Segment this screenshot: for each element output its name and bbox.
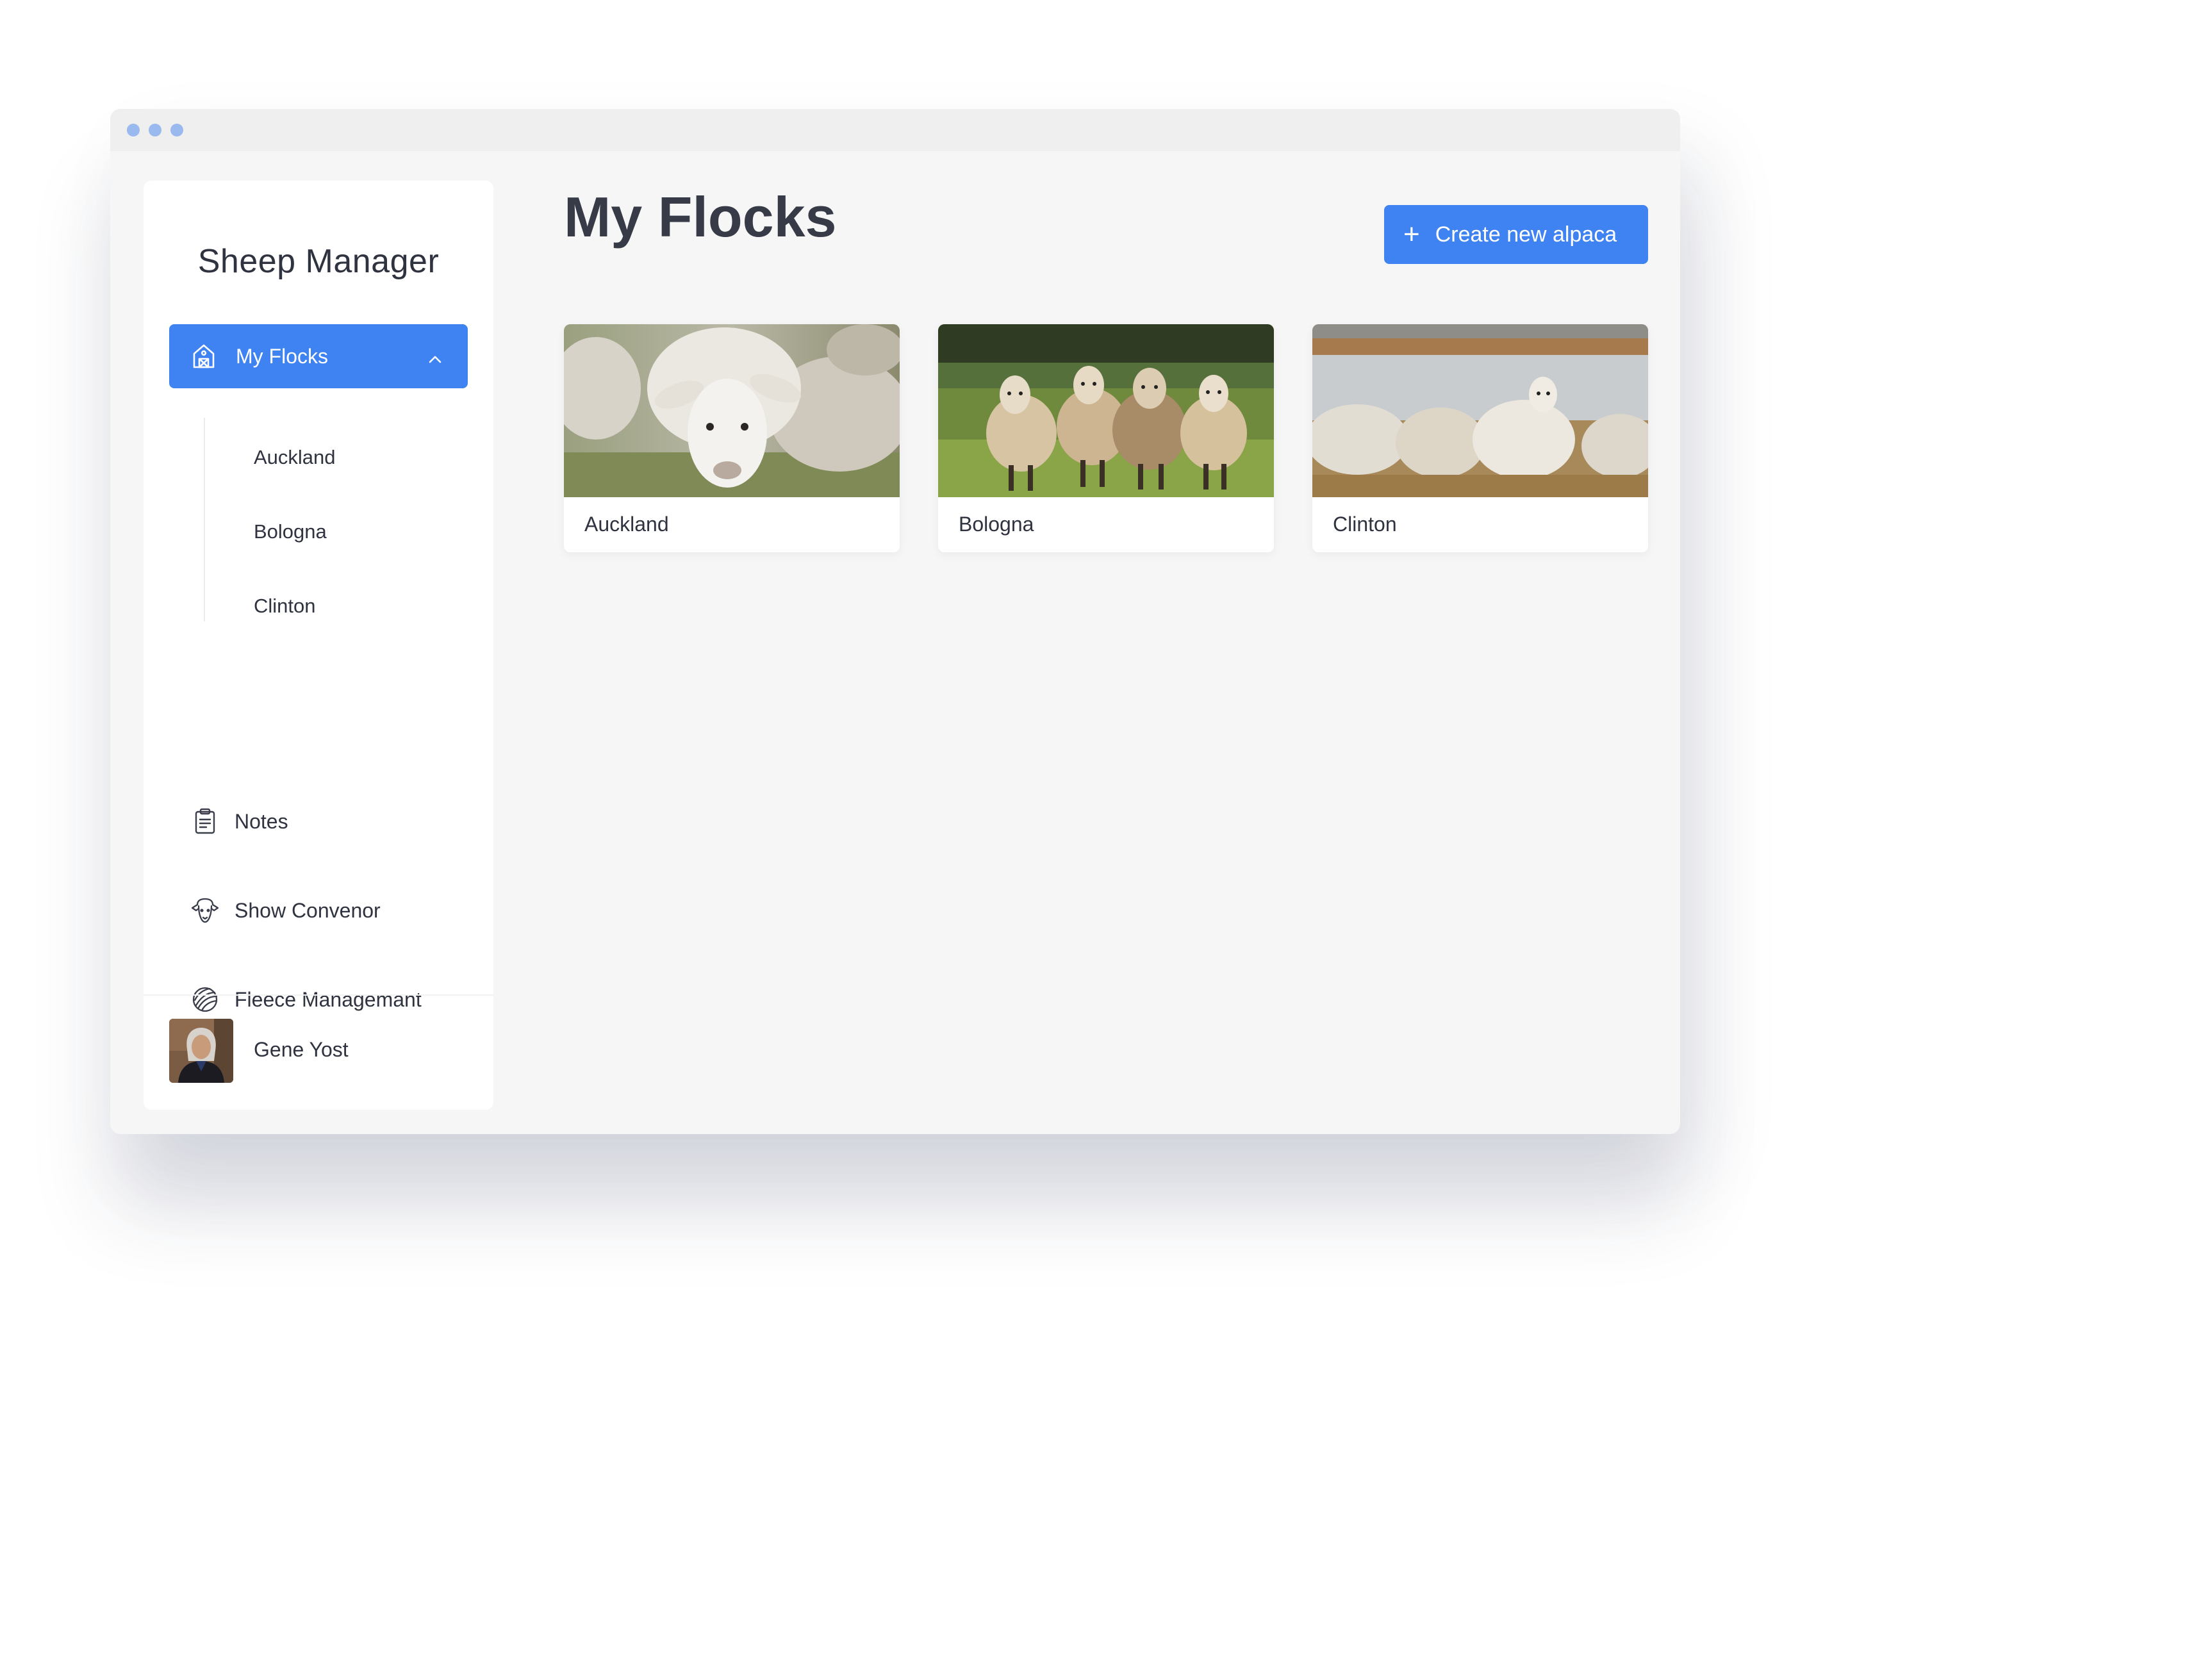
sidebar-item-label: Notes <box>235 809 288 833</box>
sheep-face-icon <box>191 896 219 925</box>
flock-card-auckland[interactable]: Auckland <box>564 324 900 552</box>
user-name: Gene Yost <box>254 1038 349 1061</box>
sidebar-item-show-convenor[interactable]: Show Convenor <box>191 891 381 930</box>
flock-card-clinton[interactable]: Clinton <box>1312 324 1648 552</box>
submenu-item-clinton[interactable]: Clinton <box>254 595 316 618</box>
app-window: Sheep Manager My Flocks Auckland Bologna <box>110 109 1680 1134</box>
flock-photo-auckland <box>564 324 900 497</box>
flock-card-label: Bologna <box>959 513 1034 536</box>
sidebar-item-notes[interactable]: Notes <box>191 802 288 841</box>
submenu-item-auckland[interactable]: Auckland <box>254 446 336 469</box>
notes-icon <box>191 807 219 836</box>
page-title: My Flocks <box>564 185 837 249</box>
plus-icon: + <box>1403 218 1420 250</box>
sidebar-item-label: Show Convenor <box>235 898 381 922</box>
flocks-submenu: Auckland Bologna Clinton <box>204 418 460 621</box>
sidebar-item-my-flocks[interactable]: My Flocks <box>169 324 468 388</box>
window-maximize-dot[interactable] <box>170 124 183 136</box>
sidebar-item-label: My Flocks <box>236 344 328 368</box>
avatar <box>169 1019 233 1083</box>
flock-card-label: Auckland <box>584 513 669 536</box>
window-close-dot[interactable] <box>127 124 140 136</box>
window-minimize-dot[interactable] <box>149 124 161 136</box>
flock-photo-clinton <box>1312 324 1648 497</box>
flock-photo-bologna <box>938 324 1274 497</box>
flock-card-label: Clinton <box>1333 513 1397 536</box>
create-new-alpaca-button[interactable]: + Create new alpaca <box>1384 205 1648 264</box>
window-titlebar <box>110 109 1680 151</box>
create-button-label: Create new alpaca <box>1435 222 1617 247</box>
user-profile[interactable]: Gene Yost <box>144 994 493 1110</box>
flock-card-bologna[interactable]: Bologna <box>938 324 1274 552</box>
app-brand: Sheep Manager <box>197 243 440 280</box>
barn-icon <box>190 342 218 370</box>
chevron-up-icon[interactable] <box>427 347 443 371</box>
sidebar: Sheep Manager My Flocks Auckland Bologna <box>144 181 493 1110</box>
submenu-item-bologna[interactable]: Bologna <box>254 520 327 543</box>
